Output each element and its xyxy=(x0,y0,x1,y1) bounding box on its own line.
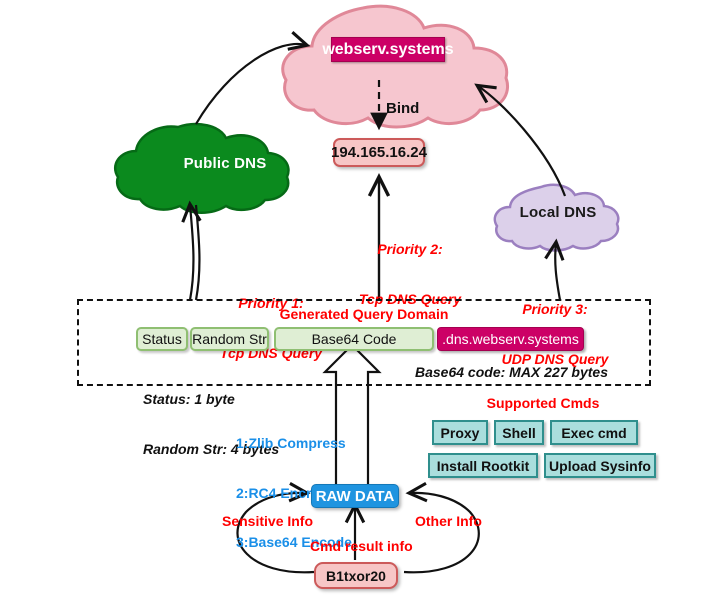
priority2-line1: Priority 2: xyxy=(377,241,443,258)
segment-random-str-label: Random Str xyxy=(192,331,267,347)
cmd-shell-label: Shell xyxy=(502,424,536,441)
cmd-proxy[interactable]: Proxy xyxy=(432,420,488,445)
webserv-systems-label: webserv.systems xyxy=(322,40,454,58)
other-info-label: Other Info xyxy=(415,513,482,529)
webserv-systems-pill: webserv.systems xyxy=(322,37,454,62)
public-dns-label: Public DNS xyxy=(183,154,267,172)
segment-base64-code-label: Base64 Code xyxy=(311,331,397,347)
cmd-install-rootkit-label: Install Rootkit xyxy=(436,457,530,474)
segment-status-label: Status xyxy=(142,331,182,347)
b1txor20-pill: B1txor20 xyxy=(314,562,398,589)
cmd-exec-cmd[interactable]: Exec cmd xyxy=(550,420,638,445)
segment-status: Status xyxy=(136,327,188,351)
b1txor20-label: B1txor20 xyxy=(326,567,386,584)
cmd-result-info-label: Cmd result info xyxy=(310,538,413,554)
cmd-upload-sysinfo[interactable]: Upload Sysinfo xyxy=(544,453,656,478)
sensitive-info-label: Sensitive Info xyxy=(222,513,314,529)
segment-dns-webserv-systems-label: .dns.webserv.systems xyxy=(442,331,579,347)
query-domain-note-right: Base64 code: MAX 227 bytes xyxy=(415,364,608,380)
priority1-arrow-to-webserv xyxy=(195,31,311,125)
cmd-upload-sysinfo-label: Upload Sysinfo xyxy=(549,457,651,474)
segment-dns-webserv-systems: .dns.webserv.systems xyxy=(437,327,584,351)
raw-data-pill: RAW DATA xyxy=(311,484,399,508)
public-dns-cloud-label-wrap: Public DNS xyxy=(150,150,300,176)
supported-cmds-title: Supported Cmds xyxy=(486,395,600,411)
cmd-shell[interactable]: Shell xyxy=(494,420,544,445)
cmd-install-rootkit[interactable]: Install Rootkit xyxy=(428,453,538,478)
encoding-step-1: 1:Zlib Compress xyxy=(236,435,346,452)
other-info-arrow xyxy=(403,481,480,574)
ip-address-label: 194.165.16.24 xyxy=(331,144,427,161)
generated-query-domain-title: Generated Query Domain xyxy=(279,306,449,322)
diagram-canvas: Public DNS Local DNS webserv.systems Bin… xyxy=(0,0,728,600)
local-dns-label: Local DNS xyxy=(519,203,597,221)
raw-data-label: RAW DATA xyxy=(315,487,395,505)
segment-base64-code: Base64 Code xyxy=(274,327,434,351)
local-dns-cloud-label-wrap: Local DNS xyxy=(496,200,620,224)
local-dns-arrow-to-webserv xyxy=(474,83,567,197)
segment-random-str: Random Str xyxy=(190,327,269,351)
cmd-proxy-label: Proxy xyxy=(440,424,480,441)
ip-address-pill: 194.165.16.24 xyxy=(331,138,427,167)
bind-label: Bind xyxy=(386,100,420,117)
cmd-exec-cmd-label: Exec cmd xyxy=(561,424,627,441)
